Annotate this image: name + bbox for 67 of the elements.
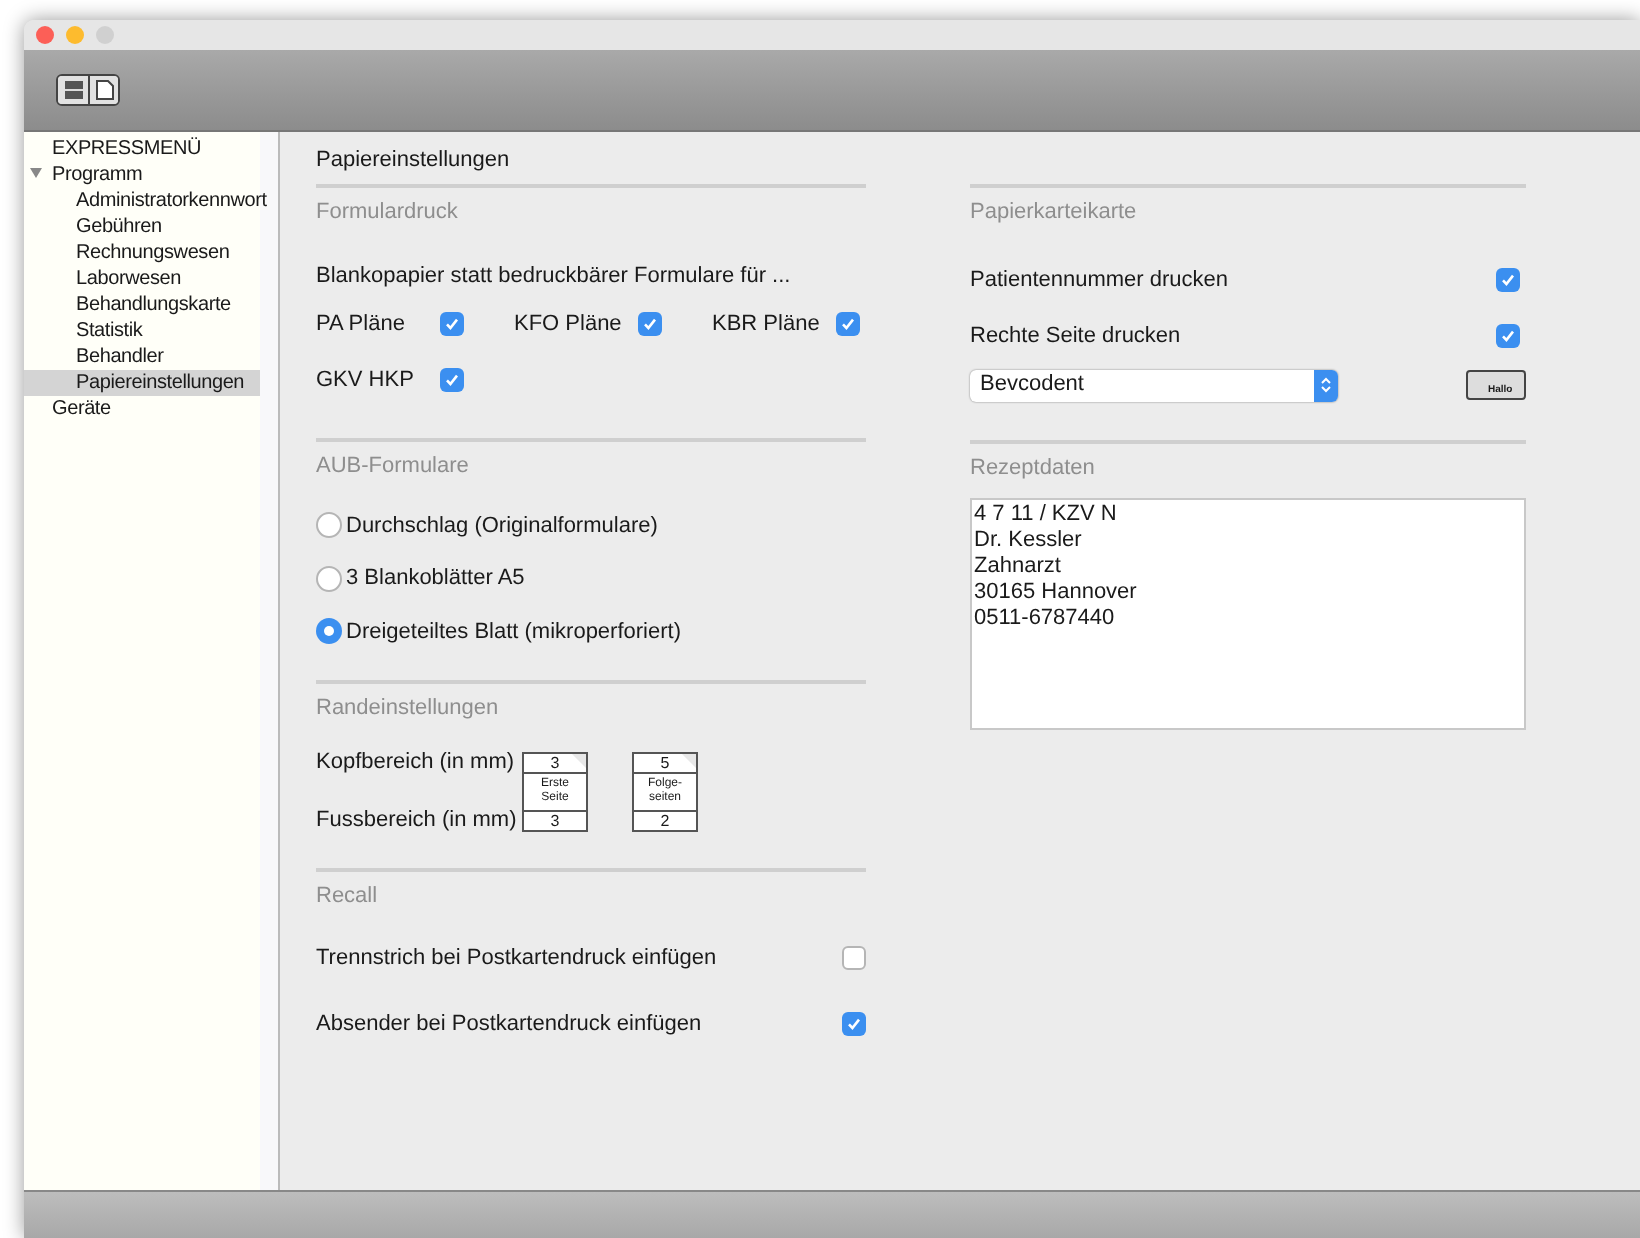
- sidebar-item[interactable]: Gebühren: [24, 214, 260, 240]
- check-icon: [840, 316, 856, 333]
- checkbox[interactable]: [1496, 324, 1520, 349]
- prescription-text-area[interactable]: 4 7 11 / KZV N Dr. Kessler Zahnarzt 30165 Hannover 0511-6787440: [970, 498, 1526, 730]
- radio-label: Durchschlag (Originalformulare): [346, 511, 658, 541]
- section-heading: Recall: [316, 881, 380, 911]
- bottom-margin-value[interactable]: 2: [634, 809, 696, 829]
- checkbox[interactable]: [1496, 267, 1520, 292]
- sidebar-item[interactable]: Behandler: [24, 344, 260, 370]
- printer-select[interactable]: Bevcodent: [970, 369, 1338, 401]
- option-label: Patientennummer drucken: [970, 265, 1229, 295]
- checkbox[interactable]: [842, 1011, 866, 1036]
- option-label: Absender bei Postkartendruck einfügen: [316, 1009, 702, 1039]
- form-intro-text: Blankopapier statt bedruckbärer Formulare für ...: [316, 261, 793, 291]
- sidebar-item[interactable]: Laborwesen: [24, 266, 260, 292]
- sidebar-item[interactable]: Papiereinstellungen: [24, 370, 260, 396]
- option-label: KBR Pläne: [712, 310, 822, 340]
- check-icon: [642, 316, 658, 333]
- radio-button[interactable]: [316, 565, 342, 592]
- section-heading: Rezeptdaten: [970, 453, 1097, 483]
- option-label: KFO Pläne: [514, 310, 624, 340]
- option-label: Trennstrich bei Postkartendruck einfügen: [316, 944, 717, 974]
- stepper-icon: [1314, 369, 1338, 401]
- check-icon: [444, 371, 460, 388]
- text-line: 4 7 11 / KZV N: [974, 502, 1119, 528]
- radio-button[interactable]: [316, 618, 342, 645]
- bottom-margin-value[interactable]: 3: [524, 809, 586, 829]
- section-heading: Papierkarteikarte: [970, 198, 1139, 228]
- checkbox[interactable]: [836, 312, 860, 337]
- sidebar-item[interactable]: Statistik: [24, 318, 260, 344]
- text-line: 0511-6787440: [974, 606, 1117, 632]
- text-line: Dr. Kessler: [974, 528, 1084, 554]
- section-heading: AUB-Formulare: [316, 452, 471, 482]
- margin-label: Fussbereich (in mm): [316, 806, 519, 836]
- page-icon: [95, 80, 113, 100]
- text-line: Zahnarzt: [974, 554, 1063, 580]
- check-icon: [444, 316, 460, 333]
- sidebar-item[interactable]: Programm: [24, 162, 260, 188]
- check-icon: [846, 1015, 862, 1032]
- margin-label: Kopfbereich (in mm): [316, 747, 517, 777]
- check-icon: [1500, 271, 1516, 288]
- section-heading: Formulardruck: [316, 198, 460, 228]
- top-margin-value[interactable]: 5: [634, 753, 696, 773]
- radio-button[interactable]: [316, 512, 342, 539]
- option-label: GKV HKP: [316, 365, 416, 395]
- checkbox[interactable]: [440, 312, 464, 337]
- checkbox[interactable]: [638, 312, 662, 337]
- option-label: PA Pläne: [316, 310, 407, 340]
- sidebar-item[interactable]: Behandlungskarte: [24, 292, 260, 318]
- radio-label: 3 Blankoblätter A5: [346, 564, 525, 594]
- panel-icon: [63, 80, 83, 100]
- radio-label: Dreigeteiltes Blatt (mikroperforiert): [346, 617, 681, 647]
- disclosure-triangle-icon[interactable]: [30, 168, 42, 178]
- option-label: Rechte Seite drucken: [970, 322, 1181, 352]
- text-line: 30165 Hannover: [974, 580, 1139, 606]
- sidebar-item[interactable]: EXPRESSMENÜ: [24, 136, 260, 162]
- section-heading: Randeinstellungen: [316, 694, 501, 724]
- page-title: Papiereinstellungen: [316, 146, 512, 176]
- sidebar-item[interactable]: Rechnungswesen: [24, 240, 260, 266]
- checkbox[interactable]: [440, 367, 464, 392]
- toolbar-button[interactable]: [88, 76, 118, 104]
- close-button[interactable]: [36, 26, 54, 44]
- check-icon: [1500, 328, 1516, 345]
- top-margin-value[interactable]: 3: [524, 753, 586, 773]
- toolbar-button[interactable]: [58, 76, 88, 104]
- sidebar-item[interactable]: Geräte: [24, 396, 260, 422]
- checkbox[interactable]: [842, 946, 866, 971]
